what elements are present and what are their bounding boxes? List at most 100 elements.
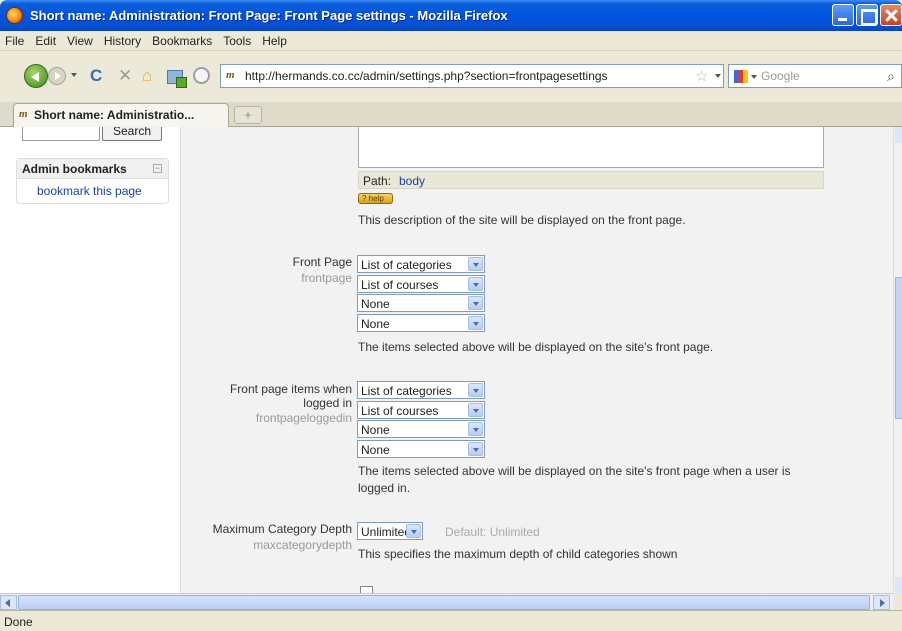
- admin-bookmarks-block: Admin bookmarks − bookmark this page: [16, 158, 169, 204]
- horizontal-scrollbar[interactable]: [0, 593, 893, 610]
- front-page-select-4[interactable]: None: [357, 314, 485, 332]
- chevron-down-icon[interactable]: [468, 403, 483, 417]
- minimize-button[interactable]: [832, 4, 854, 26]
- url-dropdown-icon[interactable]: [715, 74, 721, 78]
- chevron-down-icon[interactable]: [468, 296, 483, 310]
- sidebar-search-block: Search: [0, 127, 181, 149]
- menu-file[interactable]: File: [0, 31, 30, 48]
- tab-active[interactable]: m Short name: Administratio...: [13, 103, 229, 127]
- loggedin-select-3[interactable]: None: [357, 420, 485, 438]
- summary-description: This description of the site will be dis…: [358, 213, 686, 227]
- left-sidebar: Search Admin bookmarks − bookmark this p…: [0, 127, 181, 593]
- menu-tools[interactable]: Tools: [218, 31, 257, 48]
- select-value: List of courses: [361, 404, 439, 418]
- history-clock-icon[interactable]: [193, 67, 210, 84]
- chevron-down-icon[interactable]: [468, 277, 483, 291]
- front-page-select-2[interactable]: List of courses: [357, 275, 485, 293]
- summary-editor[interactable]: [358, 127, 824, 168]
- next-setting-checkbox[interactable]: [360, 586, 373, 593]
- bookmark-star-icon[interactable]: ☆: [695, 67, 708, 85]
- status-text: Done: [4, 615, 33, 629]
- menu-bookmarks[interactable]: Bookmarks: [147, 31, 218, 48]
- scroll-left-icon[interactable]: [0, 595, 17, 610]
- search-placeholder[interactable]: Google: [761, 69, 800, 83]
- url-text[interactable]: http://hermands.co.cc/admin/settings.php…: [245, 69, 608, 83]
- loggedin-description-1: The items selected above will be display…: [358, 464, 791, 478]
- max-category-depth-default: Default: Unlimited: [445, 525, 540, 539]
- tab-favicon-icon: m: [19, 108, 28, 120]
- back-button[interactable]: [24, 64, 48, 88]
- site-favicon-icon: m: [226, 69, 235, 81]
- loggedin-description-2: logged in.: [358, 481, 411, 495]
- search-bar[interactable]: Google ⌕: [728, 64, 902, 88]
- bookmark-this-page-link[interactable]: bookmark this page: [37, 184, 142, 198]
- admin-bookmarks-title: Admin bookmarks: [22, 162, 127, 176]
- front-page-description: The items selected above will be display…: [358, 340, 714, 354]
- max-category-depth-select[interactable]: Unlimited: [357, 522, 423, 540]
- scroll-down-icon[interactable]: [895, 577, 902, 593]
- chevron-down-icon[interactable]: [468, 383, 483, 397]
- navigation-toolbar: C ✕ ⌂ m http://hermands.co.cc/admin/sett…: [0, 51, 902, 102]
- menu-help[interactable]: Help: [257, 31, 293, 48]
- select-value: None: [361, 297, 390, 311]
- collapse-icon[interactable]: −: [153, 164, 162, 173]
- max-category-depth-description: This specifies the maximum depth of chil…: [358, 547, 678, 561]
- help-icon[interactable]: ? help: [358, 193, 393, 204]
- new-tab-button[interactable]: +: [234, 106, 262, 124]
- status-bar: Done: [0, 610, 902, 631]
- editor-path-bar: Path: body: [358, 171, 824, 189]
- stop-icon[interactable]: ✕: [118, 67, 132, 85]
- menu-history[interactable]: History: [99, 31, 147, 48]
- settings-form: Path: body ? help This description of th…: [181, 127, 893, 593]
- chevron-down-icon[interactable]: [468, 316, 483, 330]
- sidebar-search-button[interactable]: Search: [102, 127, 162, 141]
- scrollbar-corner: [893, 593, 902, 610]
- front-page-loggedin-label-2: logged in: [303, 396, 352, 410]
- select-value: List of courses: [361, 278, 439, 292]
- addon-icon[interactable]: [167, 70, 187, 88]
- vertical-scroll-thumb[interactable]: [895, 277, 902, 419]
- front-page-select-1[interactable]: List of categories: [357, 255, 485, 273]
- search-engine-dropdown-icon[interactable]: [751, 75, 757, 79]
- menu-view[interactable]: View: [62, 31, 99, 48]
- select-value: List of categories: [361, 384, 452, 398]
- url-bar[interactable]: m http://hermands.co.cc/admin/settings.p…: [220, 64, 724, 88]
- scroll-up-icon[interactable]: [895, 127, 902, 143]
- path-label: Path:: [363, 174, 392, 188]
- chevron-down-icon[interactable]: [468, 442, 483, 456]
- front-page-sub: frontpage: [301, 271, 352, 285]
- horizontal-scroll-thumb[interactable]: [18, 595, 870, 610]
- chevron-down-icon[interactable]: [406, 524, 421, 538]
- select-value: Unlimited: [361, 525, 412, 539]
- path-body-link[interactable]: body: [399, 174, 425, 188]
- chevron-down-icon[interactable]: [468, 422, 483, 436]
- loggedin-select-4[interactable]: None: [357, 440, 485, 458]
- page-content: Search Admin bookmarks − bookmark this p…: [0, 127, 893, 593]
- menu-bar: File Edit View History Bookmarks Tools Help: [0, 31, 902, 51]
- loggedin-select-1[interactable]: List of categories: [357, 381, 485, 399]
- max-category-depth-sub: maxcategorydepth: [253, 538, 352, 552]
- reload-icon[interactable]: C: [90, 67, 102, 85]
- select-value: None: [361, 423, 390, 437]
- admin-bookmarks-header: Admin bookmarks −: [17, 159, 168, 179]
- maximize-button[interactable]: [856, 4, 878, 26]
- loggedin-select-2[interactable]: List of courses: [357, 401, 485, 419]
- search-icon[interactable]: ⌕: [887, 68, 895, 85]
- history-dropdown-icon[interactable]: [71, 73, 77, 77]
- select-value: None: [361, 443, 390, 457]
- menu-edit[interactable]: Edit: [30, 31, 62, 48]
- forward-button[interactable]: [48, 67, 66, 85]
- front-page-select-3[interactable]: None: [357, 294, 485, 312]
- home-icon[interactable]: ⌂: [142, 67, 152, 85]
- tab-label: Short name: Administratio...: [34, 108, 195, 122]
- vertical-scrollbar[interactable]: [893, 127, 902, 593]
- chevron-down-icon[interactable]: [468, 257, 483, 271]
- max-category-depth-label: Maximum Category Depth: [212, 522, 352, 536]
- front-page-loggedin-label-1: Front page items when: [229, 382, 352, 396]
- select-value: List of categories: [361, 258, 452, 272]
- close-button[interactable]: [880, 4, 902, 26]
- google-icon[interactable]: [734, 70, 748, 83]
- window-titlebar: Short name: Administration: Front Page: …: [0, 0, 902, 31]
- scroll-right-icon[interactable]: [873, 595, 890, 610]
- sidebar-search-input[interactable]: [22, 127, 100, 141]
